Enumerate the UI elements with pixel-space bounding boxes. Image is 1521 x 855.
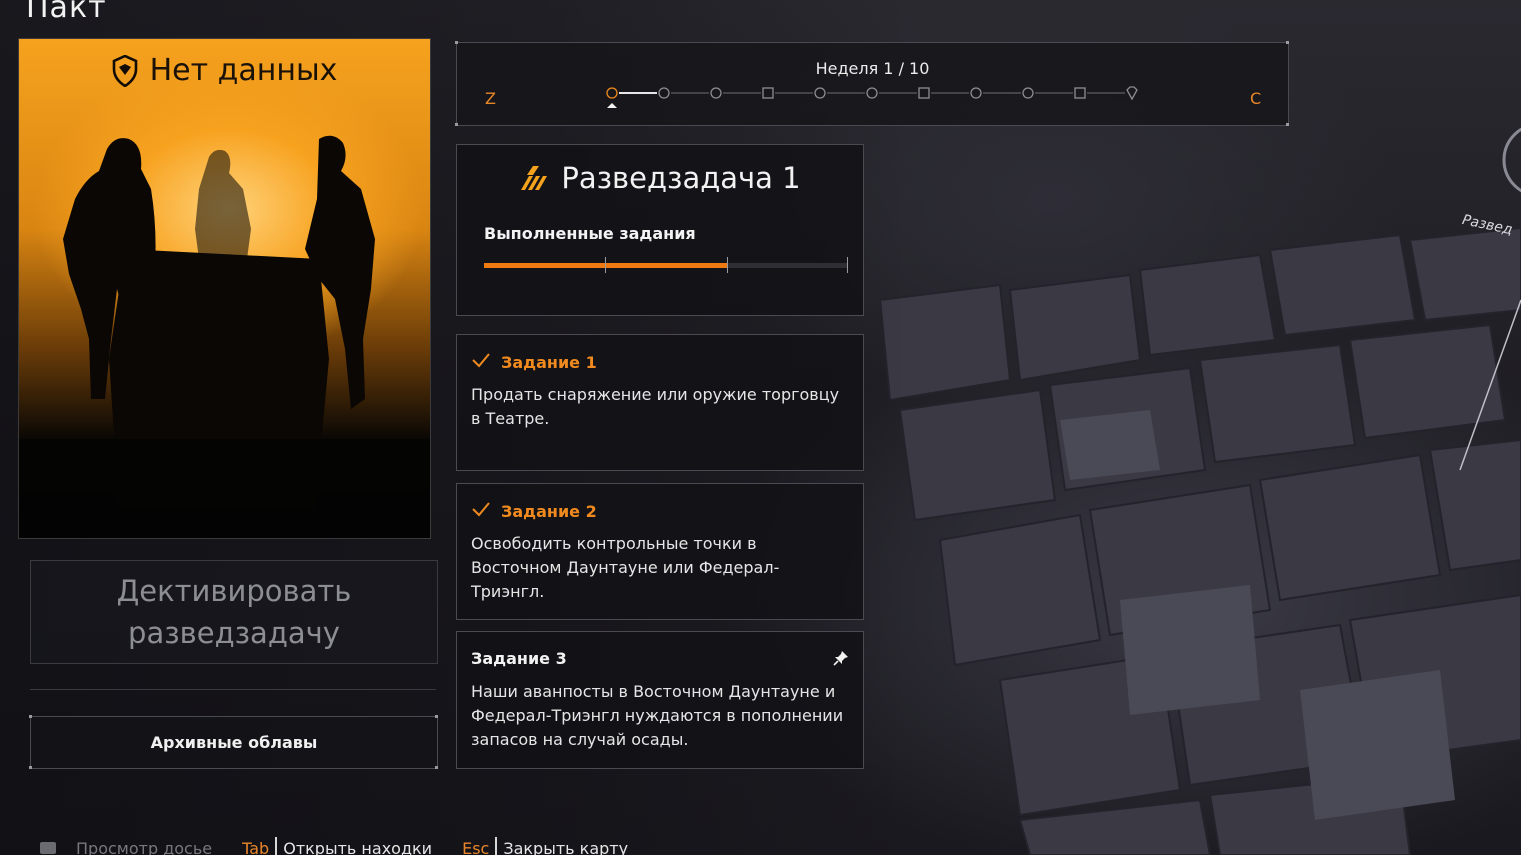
task-2-header: Задание 2 bbox=[471, 501, 597, 521]
current-week-marker bbox=[607, 103, 617, 108]
screen-title: Пакт bbox=[26, 0, 107, 25]
portrait-header: Нет данных bbox=[19, 53, 430, 88]
hint-separator bbox=[275, 837, 278, 855]
progress-tick bbox=[605, 257, 606, 273]
week-progress-track bbox=[606, 86, 1138, 108]
task-1-header: Задание 1 bbox=[471, 352, 597, 372]
checkmark-icon bbox=[471, 501, 491, 521]
week-node-7[interactable] bbox=[918, 87, 930, 99]
hint-close-map[interactable]: Закрыть карту bbox=[503, 839, 628, 855]
task-1-description: Продать снаряжение или оружие торговцу в… bbox=[471, 385, 840, 428]
week-node-4[interactable] bbox=[762, 87, 774, 99]
week-node-6[interactable] bbox=[866, 87, 878, 99]
key-hints-bar: Просмотр досье Tab Открыть находки Esc З… bbox=[40, 837, 658, 855]
hint-open-findings[interactable]: Открыть находки bbox=[283, 839, 432, 855]
task-card-1[interactable]: Задание 1 Продать снаряжение или оружие … bbox=[456, 334, 864, 471]
divider bbox=[30, 689, 436, 690]
corner-dot bbox=[455, 123, 458, 126]
checkmark-icon bbox=[471, 352, 491, 372]
task-card-2[interactable]: Задание 2 Освободить контрольные точки в… bbox=[456, 483, 864, 620]
deactivate-line-2: разведзадачу bbox=[128, 616, 340, 650]
silhouettes-image bbox=[19, 135, 430, 538]
map-screen: Пакт Нет данных Дективировать разведзада… bbox=[0, 0, 1521, 855]
deactivate-bounty-button[interactable]: Дективировать разведзадачу bbox=[30, 560, 438, 664]
task-2-title: Задание 2 bbox=[501, 501, 597, 521]
dossier-key-icon bbox=[40, 842, 56, 854]
week-node-11[interactable] bbox=[1126, 86, 1138, 101]
week-node-5[interactable] bbox=[814, 87, 826, 99]
faction-shield-icon bbox=[112, 54, 137, 87]
faction-portrait: Нет данных bbox=[18, 38, 431, 539]
progress-tick bbox=[727, 257, 728, 273]
corner-dot bbox=[29, 715, 32, 718]
hint-separator bbox=[495, 837, 498, 855]
week-node-1[interactable] bbox=[606, 87, 618, 99]
completed-tasks-label: Выполненные задания bbox=[484, 224, 696, 243]
bounty-title: Разведзадача 1 bbox=[457, 161, 863, 195]
hint-dossier[interactable]: Просмотр досье bbox=[76, 839, 212, 855]
portrait-header-text: Нет данных bbox=[149, 53, 338, 88]
archive-raids-label: Архивные облавы bbox=[150, 733, 318, 752]
bounty-title-text: Разведзадача 1 bbox=[561, 161, 801, 195]
week-node-9[interactable] bbox=[1022, 87, 1034, 99]
task-3-title: Задание 3 bbox=[471, 649, 567, 668]
corner-dot bbox=[1286, 41, 1289, 44]
week-node-3[interactable] bbox=[710, 87, 722, 99]
deactivate-line-1: Дективировать bbox=[116, 574, 352, 608]
progress-tick bbox=[847, 257, 848, 273]
corner-dot bbox=[1286, 123, 1289, 126]
rank-chevrons-icon bbox=[521, 166, 548, 190]
task-1-title: Задание 1 bbox=[501, 352, 597, 372]
week-node-8[interactable] bbox=[970, 87, 982, 99]
corner-dot bbox=[455, 41, 458, 44]
corner-dot bbox=[29, 766, 32, 769]
week-node-10[interactable] bbox=[1074, 87, 1086, 99]
pin-icon[interactable] bbox=[833, 650, 849, 670]
hint-esc-key: Esc bbox=[462, 838, 490, 855]
completed-tasks-progress bbox=[484, 257, 848, 273]
corner-dot bbox=[435, 766, 438, 769]
hint-tab-key: Tab bbox=[242, 838, 270, 855]
task-card-3[interactable]: Задание 3 Наши аванпосты в Восточном Дау… bbox=[456, 631, 864, 769]
task-3-header: Задание 3 bbox=[471, 649, 567, 668]
corner-dot bbox=[435, 715, 438, 718]
week-track-panel: Неделя 1 / 10 Z C bbox=[456, 42, 1289, 126]
bounty-panel: Разведзадача 1 Выполненные задания bbox=[456, 144, 864, 316]
task-3-description: Наши аванпосты в Восточном Даунтауне и Ф… bbox=[471, 682, 844, 749]
task-2-description: Освободить контрольные точки в Восточном… bbox=[471, 534, 780, 601]
archive-raids-button[interactable]: Архивные облавы bbox=[30, 716, 438, 769]
week-node-2[interactable] bbox=[658, 87, 670, 99]
